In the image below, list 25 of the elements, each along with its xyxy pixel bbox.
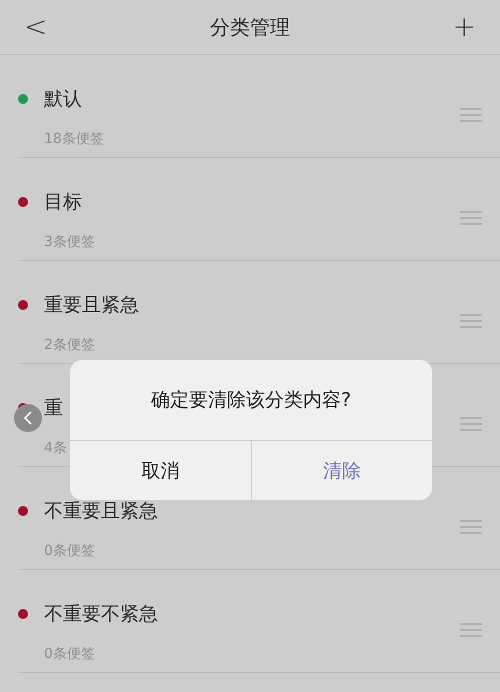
cancel-button[interactable]: 取消 — [70, 441, 252, 500]
back-icon[interactable] — [14, 404, 42, 432]
category-name[interactable]: 重要且紧急 — [44, 292, 139, 318]
clear-button[interactable]: 清除 — [252, 441, 432, 500]
drag-handle-icon[interactable] — [460, 314, 482, 328]
drag-handle-icon[interactable] — [460, 417, 482, 431]
page-title: 分类管理 — [210, 14, 290, 40]
note-count: 18条便签 — [44, 130, 104, 148]
category-name[interactable]: 不重要不紧急 — [44, 601, 158, 627]
category-name[interactable]: 重 — [44, 395, 63, 421]
category-name[interactable]: 不重要且紧急 — [44, 498, 158, 524]
dialog-message: 确定要清除该分类内容? — [70, 360, 432, 441]
drag-handle-icon[interactable] — [460, 108, 482, 122]
add-button[interactable]: + — [448, 9, 480, 45]
note-count: 4条 — [44, 439, 67, 457]
note-count: 2条便签 — [44, 336, 96, 354]
note-count: 0条便签 — [44, 542, 96, 560]
category-name[interactable]: 目标 — [44, 189, 82, 215]
drag-handle-icon[interactable] — [460, 211, 482, 225]
back-button[interactable]: < — [20, 9, 52, 45]
note-count: 3条便签 — [44, 233, 95, 251]
drag-handle-icon[interactable] — [460, 623, 482, 637]
drag-handle-icon[interactable] — [460, 520, 482, 534]
note-count: 0条便签 — [44, 645, 96, 663]
category-name[interactable]: 默认 — [44, 86, 82, 112]
